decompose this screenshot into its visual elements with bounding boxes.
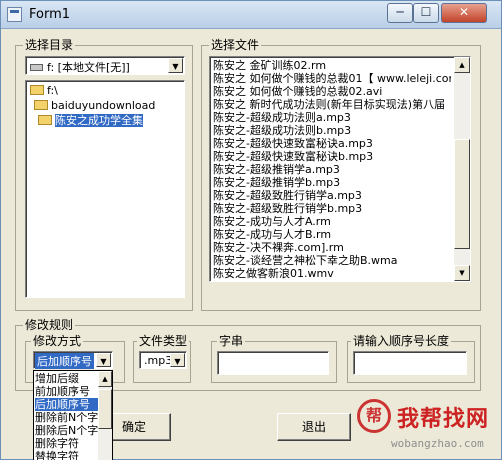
method-option[interactable]: 删除字符 [35,437,99,450]
window-title: Form1 [29,7,71,22]
close-button[interactable]: ✕ [441,3,487,23]
filetype-combo[interactable]: .mp3 ▼ [139,351,187,369]
file-item[interactable]: 陈安之 新时代成功法则(新年目标实现法)第八届 [213,98,451,111]
scroll-down-icon[interactable]: ▼ [454,265,470,281]
file-item[interactable]: 陈安之 如何做个赚钱的总裁02.avi [213,85,451,98]
method-option-highlighted[interactable]: 后加顺序号 [35,398,99,411]
method-option[interactable]: 删除前N个字 [35,411,99,424]
filetype-label: 文件类型 [137,334,190,348]
file-item[interactable]: 陈安之-超级成功法则a.mp3 [213,111,451,124]
dir-item-selected[interactable]: 陈安之成功学全集 [38,113,143,128]
method-dropdown-list[interactable]: 增加后缀 前加顺序号 后加顺序号 删除前N个字 删除后N个字 删除字符 替换字符… [33,370,113,460]
filetype-value: .mp3 [144,354,173,367]
dir-item-label: 陈安之成功学全集 [55,114,143,127]
drive-icon [30,64,43,71]
folder-open-icon [34,100,48,110]
seq-length-label: 请输入顺序号长度 [351,334,452,348]
maximize-button[interactable]: ☐ [413,3,439,23]
dir-item-baiduyundownload[interactable]: baiduyundownload [34,98,155,113]
file-item[interactable]: 陈安之-成功与人才B.rm [213,228,451,241]
file-list[interactable]: 陈安之 金矿训练02.rm 陈安之 如何做个赚钱的总裁01【 www.lelej… [209,56,471,282]
file-item[interactable]: 陈安之-超级快速致富秘诀b.mp3 [213,150,451,163]
file-scrollbar[interactable]: ▲ ▼ [454,57,470,281]
file-item[interactable]: 陈安之-成功与人才A.rm [213,215,451,228]
main-window: Form1 ─ ☐ ✕ 选择目录 f: [本地文件[无]] ▼ f:\ baid… [0,0,502,460]
dir-tree[interactable]: f:\ baiduyundownload 陈安之成功学全集 [25,80,185,298]
watermark-text: 我帮找网 [397,407,490,432]
folder-open-icon [30,85,44,95]
method-label: 修改方式 [31,334,84,348]
method-option[interactable]: 前加顺序号 [35,385,99,398]
file-item[interactable]: 陈安之 金矿训练02.rm [213,59,451,72]
exit-button[interactable]: 退出 [277,413,351,441]
string-input[interactable] [217,351,329,375]
method-value: 后加顺序号 [35,353,94,369]
file-item[interactable]: 陈安之 如何做个赚钱的总裁01【 www.leleji.com [213,72,451,85]
scroll-thumb[interactable] [98,389,112,429]
file-group-label: 选择文件 [209,38,262,52]
rules-group-label: 修改规则 [23,318,76,332]
folder-open-icon [38,115,52,125]
chevron-down-icon[interactable]: ▼ [168,58,183,73]
title-bar[interactable]: Form1 ─ ☐ ✕ [1,1,501,29]
watermark-logo: 帮 [357,399,391,433]
file-item[interactable]: 陈安之-超级快速致富秘诀a.mp3 [213,137,451,150]
seq-length-input[interactable] [353,351,467,375]
chevron-down-icon[interactable]: ▼ [96,353,111,367]
method-option[interactable]: 替换字符 [35,450,99,460]
file-item[interactable]: 陈安之-超级致胜行销学b.mp3 [213,202,451,215]
file-item[interactable]: 陈安之-超级成功法则b.mp3 [213,124,451,137]
file-item[interactable]: 陈安之-决不裸奔.com].rm [213,241,451,254]
chevron-down-icon[interactable]: ▼ [170,353,185,367]
dir-item-root[interactable]: f:\ [30,83,58,98]
method-option[interactable]: 删除后N个字 [35,424,99,437]
drive-value: f: [本地文件[无]] [30,59,130,75]
dropdown-scrollbar[interactable]: ▲ [98,371,112,460]
file-item[interactable]: 陈安之-超级推销学a.mp3 [213,163,451,176]
dir-group-label: 选择目录 [23,38,76,52]
drive-value-text: f: [本地文件[无]] [47,61,130,74]
string-label: 字串 [217,334,246,348]
watermark: 帮 我帮找网 wobangzhao.com [353,393,502,460]
file-item[interactable]: 陈安之-超级致胜行销学a.mp3 [213,189,451,202]
app-icon [7,7,22,22]
file-item[interactable]: 陈安之做客新浪01.wmv [213,267,451,280]
minimize-button[interactable]: ─ [387,3,413,23]
dir-item-label: baiduyundownload [51,99,156,112]
method-option[interactable]: 增加后缀 [35,372,99,385]
scroll-thumb[interactable] [454,139,470,249]
file-item[interactable]: 陈安之-谈经营之神松下幸之助B.wma [213,254,451,267]
method-combo[interactable]: 后加顺序号 ▼ [33,351,113,369]
scroll-up-icon[interactable]: ▲ [98,371,112,387]
watermark-url: wobangzhao.com [391,437,484,450]
scroll-up-icon[interactable]: ▲ [454,57,470,73]
dir-item-label: f:\ [47,84,58,97]
file-item[interactable]: 陈安之-超级推销学b.mp3 [213,176,451,189]
drive-combo[interactable]: f: [本地文件[无]] ▼ [25,56,185,75]
